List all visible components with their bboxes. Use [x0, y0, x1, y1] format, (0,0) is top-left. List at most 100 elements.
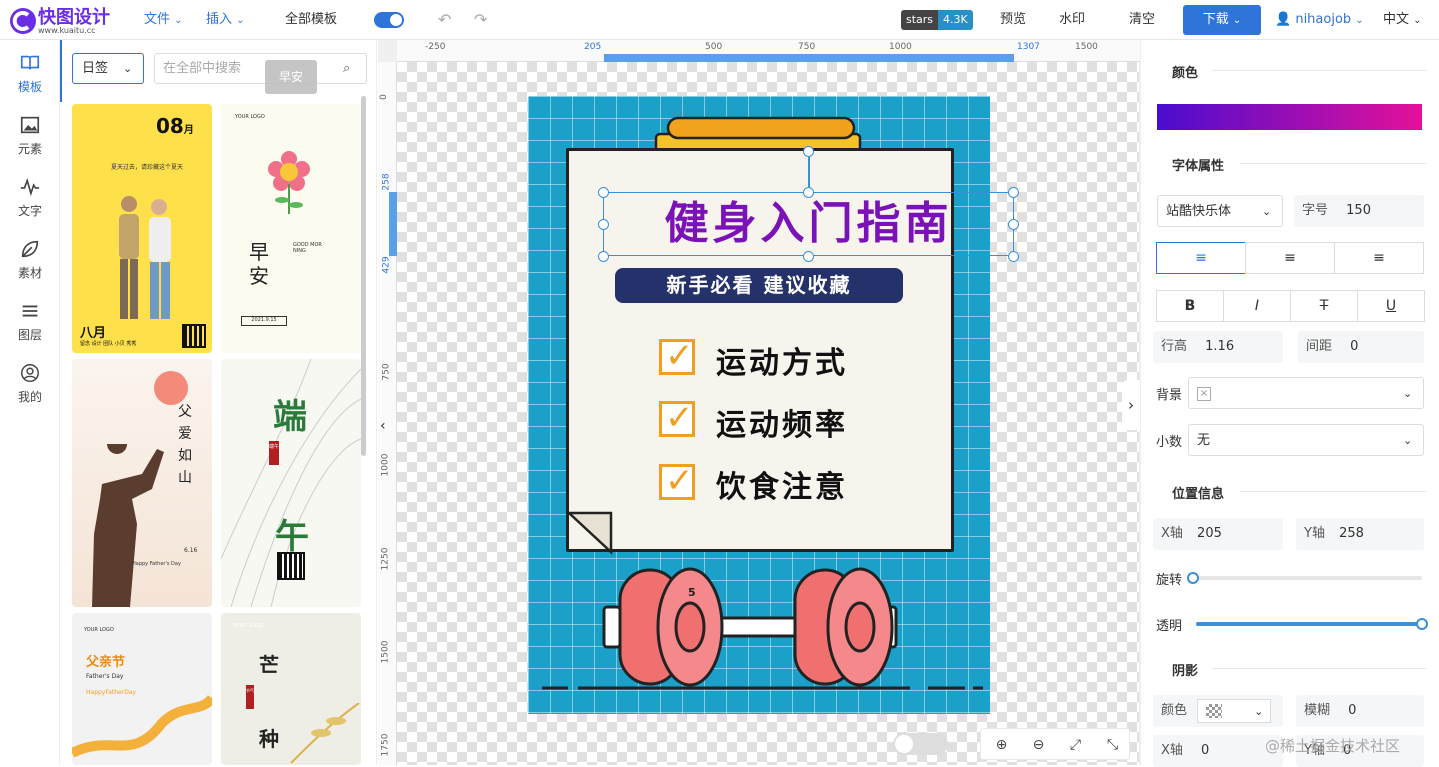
bold-button[interactable]: B — [1156, 290, 1224, 322]
nav-materials[interactable]: 素材 — [0, 226, 60, 288]
road-illustration — [72, 693, 212, 765]
nav-mine[interactable]: 我的 — [0, 350, 60, 412]
resize-handle[interactable] — [598, 187, 609, 198]
category-select[interactable]: 日签 ⌄ — [72, 53, 144, 84]
menu-file[interactable]: 文件 ⌄ — [144, 0, 183, 40]
background-select[interactable]: × ⌄ — [1188, 377, 1424, 409]
gradient-swatch[interactable] — [1157, 104, 1422, 130]
rotate-handle[interactable] — [803, 146, 814, 157]
thumb-line: 夏天过去，请珍藏这个夏天 — [92, 162, 202, 171]
font-size-field[interactable]: 字号 150 — [1294, 195, 1424, 227]
shadow-x-field[interactable]: X轴 0 — [1153, 735, 1283, 767]
resize-handle[interactable] — [803, 187, 814, 198]
letter-spacing-field[interactable]: 间距 0 — [1298, 331, 1424, 363]
italic-button[interactable]: I — [1223, 290, 1291, 322]
decimal-select[interactable]: 无 ⌄ — [1188, 424, 1424, 456]
template-thumb[interactable]: YOUR LOGO 父亲节 Father's Day HappyFatherDa… — [72, 613, 212, 765]
font-family-value: 站酷快乐体 — [1166, 204, 1231, 219]
expand-panel-icon[interactable]: › — [1122, 380, 1140, 430]
resize-handle[interactable] — [598, 219, 609, 230]
align-right-button[interactable]: ≡ — [1334, 242, 1424, 274]
template-thumb[interactable]: YOUR LOGO 早安 GOOD MOR NING 2021.9.15 — [221, 104, 361, 353]
poster-subtitle[interactable]: 新手必看 建议收藏 — [615, 268, 903, 303]
watermark-button[interactable]: 水印 — [1059, 0, 1085, 40]
top-toolbar: 快图设计 www.kuaitu.cc 文件 ⌄ 插入 ⌄ 全部模板 ↶ ↷ st… — [0, 0, 1439, 40]
shadow-color-field[interactable]: 颜色 ⌄ — [1153, 695, 1283, 727]
preview-button[interactable]: 预览 — [1000, 0, 1026, 40]
x-value: 205 — [1197, 526, 1222, 541]
checklist-item[interactable]: 运动频率 — [716, 400, 848, 444]
template-thumb[interactable]: 端 端午 午 — [221, 359, 361, 607]
align-left-button[interactable]: ≡ — [1156, 242, 1246, 274]
decimal-value: 无 — [1197, 433, 1210, 448]
opacity-slider-thumb[interactable] — [1416, 618, 1428, 630]
chevron-down-icon: ⌄ — [1403, 425, 1412, 457]
all-templates-button[interactable]: 全部模板 — [285, 0, 337, 40]
thumb-text: 芒 — [259, 649, 279, 678]
ruler-highlight — [389, 192, 397, 256]
collapse-panel-icon[interactable]: ‹ — [380, 418, 386, 434]
github-stars-badge[interactable]: stars 4.3K — [901, 10, 973, 30]
ruler-toggle[interactable] — [374, 12, 404, 28]
book-icon — [19, 52, 41, 74]
actual-size-icon[interactable]: ⤡ — [1094, 729, 1131, 761]
template-search-input[interactable]: 在全部中搜索 ⌕ — [154, 53, 367, 84]
download-button[interactable]: 下载 ⌄ — [1183, 5, 1261, 35]
x-position-field[interactable]: X轴 205 — [1153, 518, 1283, 550]
search-icon[interactable]: ⌕ — [343, 54, 350, 83]
resize-handle[interactable] — [1008, 187, 1019, 198]
redo-icon[interactable]: ↷ — [474, 0, 487, 40]
image-icon — [19, 114, 41, 136]
shadow-x-label: X轴 — [1161, 743, 1183, 758]
template-thumb[interactable]: 父爱如山 6.16 Happy Father's Day — [72, 359, 212, 607]
color-picker-icon[interactable]: ⌄ — [1197, 699, 1271, 723]
y-position-field[interactable]: Y轴 258 — [1296, 518, 1424, 550]
chevron-down-icon: ⌄ — [1355, 15, 1363, 26]
resize-handle[interactable] — [598, 251, 609, 262]
align-center-button[interactable]: ≡ — [1245, 242, 1335, 274]
ruler-tick: 1000 — [889, 42, 912, 52]
zoom-toggle[interactable] — [893, 733, 948, 755]
rotate-slider-track[interactable] — [1192, 576, 1422, 580]
language-select[interactable]: 中文 ⌄ — [1383, 0, 1422, 40]
resize-handle[interactable] — [1008, 219, 1019, 230]
user-menu[interactable]: 👤 nihaojob ⌄ — [1275, 0, 1364, 40]
user-icon — [19, 362, 41, 384]
shadow-blur-field[interactable]: 模糊 0 — [1296, 695, 1424, 727]
fit-screen-icon[interactable]: ⤢ — [1057, 729, 1094, 761]
strikethrough-button[interactable]: T — [1290, 290, 1358, 322]
paper-fold — [566, 510, 614, 555]
text-wave-icon — [19, 176, 41, 198]
nav-templates[interactable]: 模板 — [0, 40, 60, 102]
checklist-item[interactable]: 运动方式 — [716, 338, 848, 382]
app-logo[interactable]: 快图设计 www.kuaitu.cc — [8, 5, 123, 37]
checklist-item[interactable]: 饮食注意 — [716, 462, 848, 506]
resize-handle[interactable] — [1008, 251, 1019, 262]
font-family-select[interactable]: 站酷快乐体 ⌄ — [1157, 195, 1283, 227]
thumb-eng1: Father's Day — [86, 673, 123, 680]
thumb-title: 父亲节 — [86, 651, 125, 670]
ruler-highlight — [604, 54, 1014, 62]
panel-scrollbar[interactable] — [361, 96, 366, 456]
template-thumb[interactable]: 08月 夏天过去，请珍藏这个夏天 八月 留念 设计 团队 小贝 秀秀 — [72, 104, 212, 353]
rotate-slider-thumb[interactable] — [1187, 572, 1199, 584]
nav-mine-label: 我的 — [18, 390, 42, 404]
decimal-label: 小数 — [1156, 431, 1182, 450]
underline-button[interactable]: U — [1357, 290, 1425, 322]
resize-handle[interactable] — [803, 251, 814, 262]
undo-icon[interactable]: ↶ — [438, 0, 451, 40]
clear-button[interactable]: 清空 — [1129, 0, 1155, 40]
menu-insert[interactable]: 插入 ⌄ — [206, 0, 245, 40]
plate-number: 5 — [688, 586, 696, 599]
zoom-in-icon[interactable]: ⊕ — [983, 729, 1020, 761]
nav-elements[interactable]: 元素 — [0, 102, 60, 164]
shadow-x-value: 0 — [1201, 743, 1209, 758]
nav-text[interactable]: 文字 — [0, 164, 60, 226]
opacity-label: 透明 — [1156, 615, 1182, 634]
template-thumb[interactable]: YOUR LOGO 芒 节气 种 — [221, 613, 361, 765]
thumb-logo: YOUR LOGO — [233, 623, 263, 629]
line-height-field[interactable]: 行高 1.16 — [1153, 331, 1283, 363]
zoom-out-icon[interactable]: ⊖ — [1020, 729, 1057, 761]
ruler-tick: 1250 — [380, 548, 390, 571]
nav-layers[interactable]: 图层 — [0, 288, 60, 350]
